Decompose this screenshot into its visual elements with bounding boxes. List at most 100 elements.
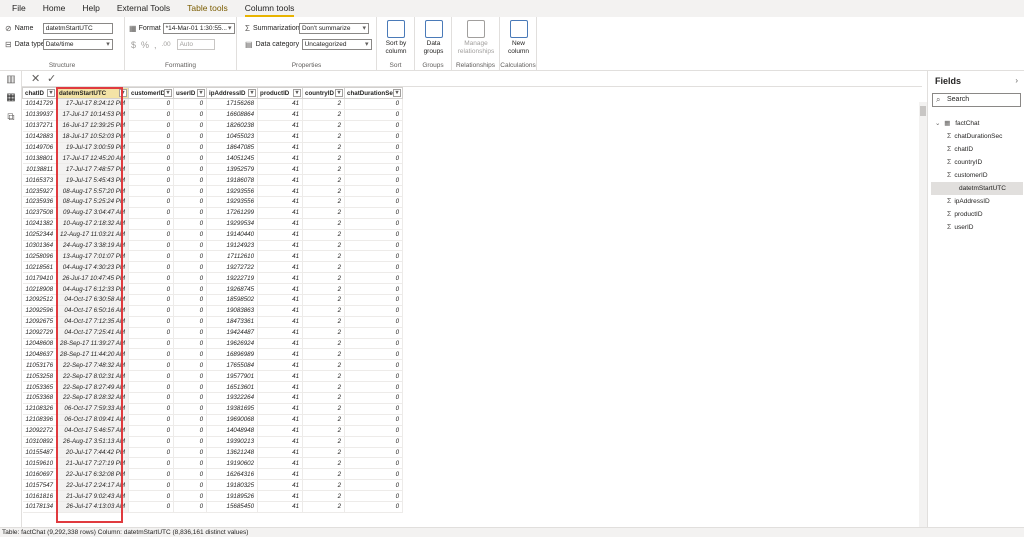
table-cell[interactable]: 10218908 — [22, 283, 58, 296]
table-cell[interactable]: 41 — [257, 240, 304, 252]
table-cell[interactable]: 41 — [257, 490, 304, 502]
table-cell[interactable]: 10252344 — [22, 229, 58, 241]
table-cell[interactable]: 0 — [344, 272, 404, 285]
table-cell[interactable]: 0 — [344, 436, 404, 448]
data-category-dropdown[interactable]: Uncategorized — [301, 39, 372, 50]
table-cell[interactable]: 0 — [173, 152, 208, 165]
table-cell[interactable]: 41 — [257, 294, 304, 306]
table-cell[interactable]: 17261299 — [206, 207, 259, 219]
table-cell[interactable]: 12092729 — [22, 327, 58, 339]
table-cell[interactable]: 16264316 — [206, 468, 259, 481]
table-cell[interactable]: 19190602 — [206, 457, 259, 470]
table-cell[interactable]: 0 — [128, 392, 175, 404]
table-cell[interactable]: 09-Aug-17 3:04:47 AM — [56, 207, 130, 219]
column-header-chatid[interactable]: chatID ▾ — [22, 87, 58, 99]
field-item[interactable]: ΣuserID — [931, 221, 1023, 234]
table-cell[interactable]: 11053258 — [22, 370, 58, 383]
table-cell[interactable]: 0 — [128, 120, 175, 132]
table-cell[interactable]: 0 — [344, 370, 404, 383]
table-cell[interactable]: 41 — [257, 142, 304, 154]
table-cell[interactable]: 0 — [173, 327, 208, 339]
table-cell[interactable]: 0 — [128, 327, 175, 339]
table-cell[interactable]: 0 — [344, 468, 404, 481]
table-cell[interactable]: 2 — [302, 370, 346, 383]
table-cell[interactable]: 0 — [173, 305, 208, 317]
table-cell[interactable]: 0 — [128, 196, 175, 208]
table-cell[interactable]: 17-Jul-17 10:14:53 PM — [56, 109, 130, 121]
table-cell[interactable]: 22-Sep-17 7:48:32 AM — [56, 359, 130, 372]
table-cell[interactable]: 2 — [302, 207, 346, 219]
table-cell[interactable]: 41 — [257, 338, 304, 350]
table-cell[interactable]: 0 — [173, 468, 208, 481]
table-node-factchat[interactable]: ⌄ ▦ factChat — [931, 117, 1023, 130]
table-cell[interactable]: 10161816 — [22, 490, 58, 502]
table-cell[interactable]: 17-Jul-17 12:45:20 AM — [56, 152, 130, 165]
summarization-dropdown[interactable]: Don't summarize — [298, 23, 369, 34]
cancel-icon[interactable]: ✕ — [31, 72, 40, 85]
table-cell[interactable]: 0 — [128, 272, 175, 285]
table-cell[interactable]: 12108396 — [22, 414, 58, 426]
table-cell[interactable]: 2 — [302, 109, 346, 121]
table-cell[interactable]: 2 — [302, 490, 346, 502]
table-cell[interactable]: 41 — [257, 479, 304, 492]
table-cell[interactable]: 0 — [344, 131, 404, 143]
table-cell[interactable]: 10455023 — [206, 131, 259, 143]
table-cell[interactable]: 0 — [344, 327, 404, 339]
table-cell[interactable]: 41 — [257, 131, 304, 143]
table-cell[interactable]: 0 — [128, 174, 175, 187]
sort-by-column-button[interactable]: Sort by column — [379, 20, 413, 56]
table-cell[interactable]: 0 — [344, 359, 404, 372]
table-cell[interactable]: 41 — [257, 261, 304, 274]
table-cell[interactable]: 0 — [173, 142, 208, 154]
table-cell[interactable]: 0 — [128, 425, 175, 437]
table-cell[interactable]: 24-Aug-17 3:38:19 AM — [56, 240, 130, 252]
table-cell[interactable]: 0 — [173, 436, 208, 448]
table-cell[interactable]: 19424487 — [206, 327, 259, 339]
table-cell[interactable]: 0 — [173, 359, 208, 372]
table-cell[interactable]: 0 — [128, 240, 175, 252]
table-cell[interactable]: 12048608 — [22, 338, 58, 350]
table-cell[interactable]: 41 — [257, 152, 304, 165]
expand-icon[interactable]: ⌄ — [935, 120, 940, 127]
table-cell[interactable]: 0 — [128, 305, 175, 317]
table-cell[interactable]: 0 — [128, 479, 175, 492]
table-cell[interactable]: 04-Aug-17 4:30:23 PM — [56, 261, 130, 274]
table-cell[interactable]: 0 — [128, 316, 175, 328]
table-cell[interactable]: 0 — [344, 142, 404, 154]
table-cell[interactable]: 0 — [128, 457, 175, 470]
table-cell[interactable]: 19626924 — [206, 338, 259, 350]
table-cell[interactable]: 2 — [302, 142, 346, 154]
table-cell[interactable]: 0 — [173, 294, 208, 306]
table-cell[interactable]: 0 — [128, 218, 175, 230]
table-cell[interactable]: 2 — [302, 479, 346, 492]
table-cell[interactable]: 2 — [302, 436, 346, 448]
table-cell[interactable]: 21-Jul-17 9:02:43 AM — [56, 490, 130, 502]
table-cell[interactable]: 0 — [173, 479, 208, 492]
table-cell[interactable]: 0 — [344, 501, 404, 513]
table-cell[interactable]: 18598502 — [206, 294, 259, 306]
table-cell[interactable]: 10155487 — [22, 447, 58, 459]
table-cell[interactable]: 08-Aug-17 5:57:20 PM — [56, 185, 130, 198]
table-cell[interactable]: 0 — [128, 468, 175, 481]
table-cell[interactable]: 10178134 — [22, 501, 58, 513]
table-cell[interactable]: 41 — [257, 207, 304, 219]
table-cell[interactable]: 10157547 — [22, 479, 58, 492]
filter-icon[interactable]: ▾ — [164, 89, 173, 97]
column-header-userid[interactable]: userID ▾ — [173, 87, 208, 99]
table-cell[interactable]: 0 — [173, 348, 208, 361]
filter-icon[interactable]: ▾ — [197, 89, 206, 97]
tab-help[interactable]: Help — [82, 0, 99, 17]
table-cell[interactable]: 18260238 — [206, 120, 259, 132]
column-header-productid[interactable]: productID ▾ — [257, 87, 304, 99]
table-cell[interactable]: 2 — [302, 174, 346, 187]
table-cell[interactable]: 41 — [257, 468, 304, 481]
table-cell[interactable]: 0 — [173, 283, 208, 296]
table-cell[interactable]: 12-Aug-17 11:03:21 AM — [56, 229, 130, 241]
table-cell[interactable]: 2 — [302, 261, 346, 274]
table-cell[interactable]: 0 — [128, 403, 175, 415]
table-cell[interactable]: 19-Jul-17 3:00:59 PM — [56, 142, 130, 154]
table-cell[interactable]: 10235936 — [22, 196, 58, 208]
table-cell[interactable]: 41 — [257, 381, 304, 394]
table-cell[interactable]: 41 — [257, 392, 304, 404]
table-cell[interactable]: 10137271 — [22, 120, 58, 132]
